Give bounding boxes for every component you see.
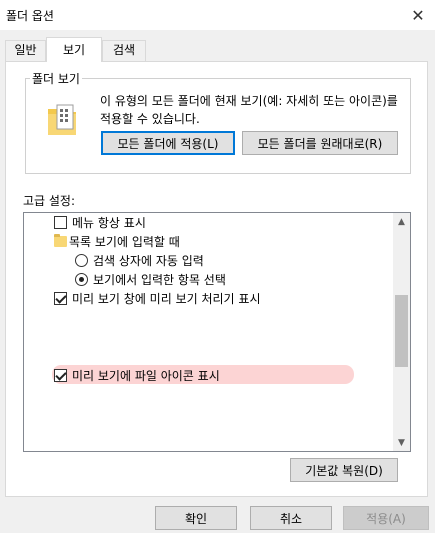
list-item[interactable]: 메뉴 항상 표시 (54, 213, 146, 231)
reset-folders-button[interactable]: 모든 폴더를 원래대로(R) (242, 131, 398, 155)
close-icon: ✕ (411, 5, 425, 25)
folder-icon (54, 233, 67, 247)
folder-views-group: 폴더 보기 이 유형의 모든 폴더에 현재 보기(예: 자세히 또는 아이콘)를… (25, 70, 411, 174)
window-title: 폴더 옵션 (6, 9, 54, 23)
checkbox[interactable] (54, 368, 67, 382)
list-item[interactable]: 미리 보기에 파일 아이콘 표시 (54, 366, 220, 384)
scroll-up-arrow[interactable]: ▲ (393, 213, 410, 230)
list-item[interactable]: 검색 상자에 자동 입력 (75, 251, 204, 269)
folder-views-description: 이 유형의 모든 폴더에 현재 보기(예: 자세히 또는 아이콘)를 적용할 수… (100, 94, 398, 126)
advanced-settings-label: 고급 설정: (23, 194, 76, 208)
close-button[interactable]: ✕ (401, 0, 435, 30)
folder-views-legend: 폴더 보기 (30, 70, 82, 87)
chevron-up-icon: ▲ (398, 216, 405, 227)
chevron-down-icon: ▼ (398, 437, 405, 448)
checkbox[interactable] (54, 291, 67, 305)
scroll-down-arrow[interactable]: ▼ (393, 434, 410, 451)
advanced-settings-list[interactable]: 메뉴 항상 표시 목록 보기에 입력할 때 검색 상자에 자동 입력 보기에서 … (23, 212, 411, 452)
cancel-button[interactable]: 취소 (250, 506, 332, 530)
scrollbar-thumb[interactable] (395, 295, 408, 367)
apply-button[interactable]: 적용(A) (343, 506, 429, 530)
vertical-scrollbar[interactable]: ▲ ▼ (393, 213, 410, 451)
restore-defaults-button[interactable]: 기본값 복원(D) (290, 458, 398, 482)
tab-general[interactable]: 일반 (5, 40, 46, 61)
ok-button[interactable]: 확인 (155, 506, 237, 530)
radio-button[interactable] (75, 272, 88, 286)
radio-button[interactable] (75, 253, 88, 267)
list-item[interactable]: 미리 보기 창에 미리 보기 처리기 표시 (54, 289, 261, 307)
title-bar: 폴더 옵션 ✕ (0, 0, 435, 30)
tab-search[interactable]: 검색 (102, 40, 146, 61)
apply-to-folders-button[interactable]: 모든 폴더에 적용(L) (101, 131, 235, 155)
checkbox[interactable] (54, 215, 67, 229)
tab-panel-view: 폴더 보기 이 유형의 모든 폴더에 현재 보기(예: 자세히 또는 아이콘)를… (5, 61, 428, 497)
folder-view-icon (48, 104, 76, 135)
tab-view[interactable]: 보기 (46, 37, 102, 62)
list-item[interactable]: 보기에서 입력한 항목 선택 (75, 270, 226, 288)
list-item: 목록 보기에 입력할 때 (54, 232, 180, 250)
